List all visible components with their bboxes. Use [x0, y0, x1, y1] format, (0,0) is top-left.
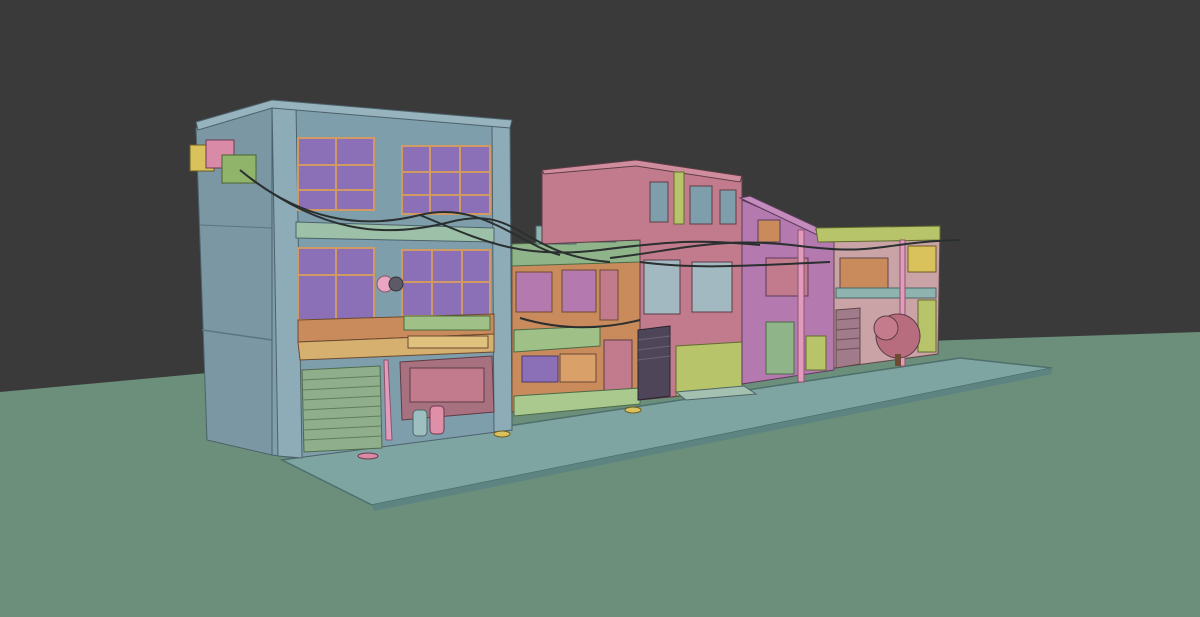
building-left[interactable] [189, 99, 513, 459]
tree-canopy-2 [873, 315, 899, 341]
gas-cylinder [412, 409, 428, 437]
shopfront-window [409, 367, 485, 403]
building-right-roof [815, 225, 941, 243]
shopfront-magenta [765, 321, 795, 375]
window-middle-shop [515, 271, 553, 313]
balcony [835, 287, 937, 299]
manhole-cover-3 [624, 406, 642, 414]
shop-display-orange [559, 353, 597, 383]
window-pink-middle [643, 259, 681, 315]
window-pink-upper-2 [689, 185, 713, 225]
scene-canvas[interactable] [0, 0, 1200, 617]
manhole-cover-2 [493, 430, 511, 438]
gas-cylinder-pink [429, 405, 445, 435]
door-middle-shop [599, 269, 619, 321]
awning-sign [407, 335, 489, 349]
3d-viewport[interactable] [0, 0, 1200, 617]
shop-sign-green [403, 315, 491, 331]
right-pilaster [491, 121, 513, 433]
window-magenta [757, 219, 781, 243]
vertical-sign [673, 171, 685, 225]
shop-display-purple [521, 355, 559, 383]
window-pink-upper-3 [719, 189, 737, 225]
round-sign-dark [388, 276, 404, 292]
utility-pole [797, 229, 805, 383]
tree-trunk [895, 354, 901, 366]
window-pink-upper [649, 181, 669, 223]
window-upper-right [401, 145, 491, 215]
yellow-sign-panel [907, 245, 937, 273]
window-middle-shop-2 [561, 269, 597, 313]
right-green-panel [917, 299, 937, 353]
manhole-cover [357, 452, 379, 460]
shop-display-pink [603, 339, 633, 397]
window-right-upper [839, 257, 889, 289]
window-pink-middle-2 [691, 261, 733, 313]
banner-green [805, 335, 827, 371]
